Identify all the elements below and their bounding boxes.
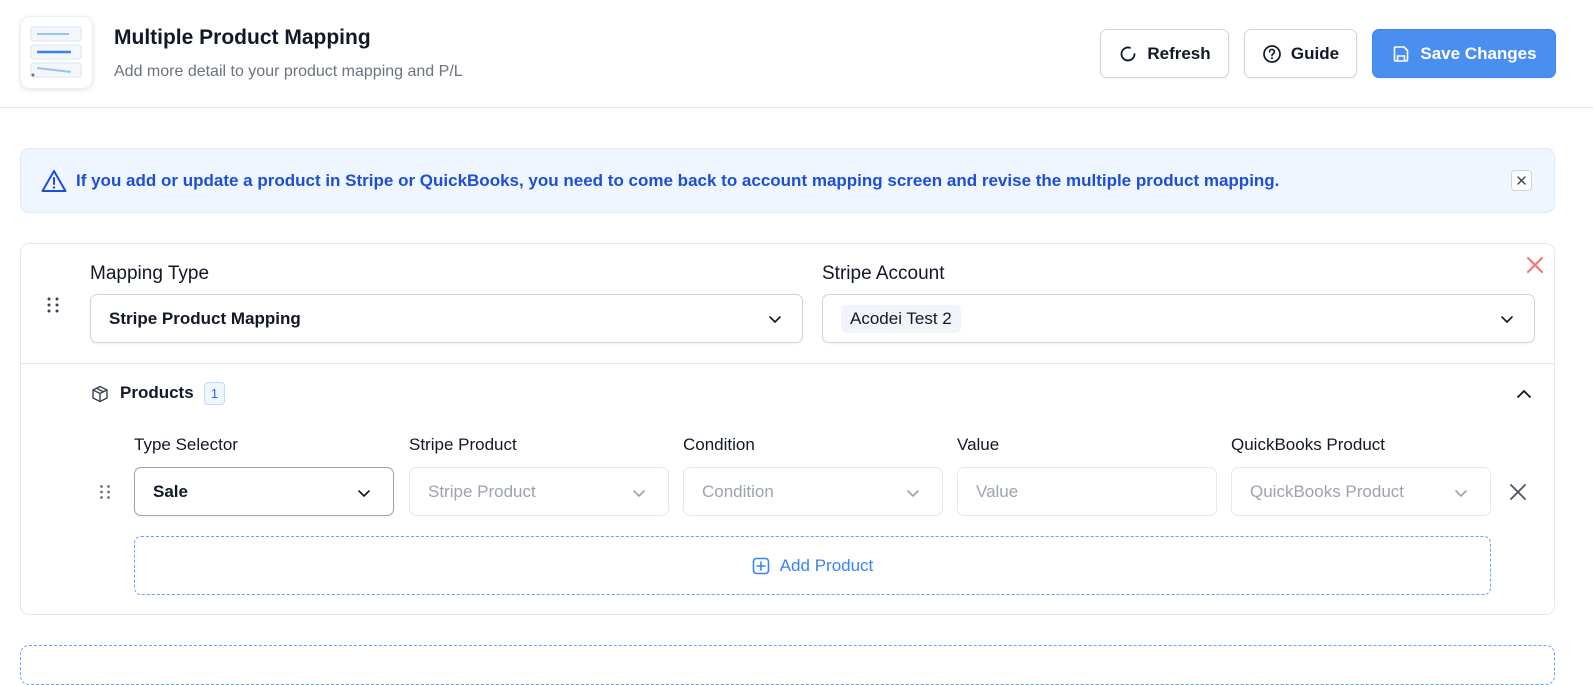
save-changes-label: Save Changes bbox=[1420, 43, 1537, 63]
drag-handle-icon[interactable] bbox=[46, 296, 60, 314]
condition-select[interactable]: Condition bbox=[683, 467, 943, 516]
type-selector-value: Sale bbox=[153, 481, 188, 501]
refresh-label: Refresh bbox=[1147, 43, 1211, 63]
condition-placeholder: Condition bbox=[702, 481, 774, 501]
page-header: Multiple Product Mapping Add more detail… bbox=[0, 0, 1593, 108]
value-field-wrapper bbox=[957, 467, 1217, 516]
page-subtitle: Add more detail to your product mapping … bbox=[114, 63, 463, 80]
mapping-type-label: Mapping Type bbox=[90, 263, 210, 284]
type-selector-header: Type Selector bbox=[134, 435, 238, 454]
card-divider bbox=[21, 363, 1554, 364]
help-circle-icon bbox=[1263, 44, 1281, 63]
mapping-type-value: Stripe Product Mapping bbox=[109, 308, 301, 328]
stripe-product-placeholder: Stripe Product bbox=[428, 481, 536, 501]
save-changes-button[interactable]: Save Changes bbox=[1372, 29, 1556, 78]
guide-label: Guide bbox=[1290, 43, 1340, 63]
add-mapping-area[interactable] bbox=[20, 645, 1555, 685]
drag-handle-icon[interactable] bbox=[99, 484, 111, 500]
stripe-product-select[interactable]: Stripe Product bbox=[409, 467, 669, 516]
page-title: Multiple Product Mapping bbox=[114, 26, 371, 49]
alert-message: If you add or update a product in Stripe… bbox=[76, 171, 1280, 190]
stripe-account-label: Stripe Account bbox=[822, 263, 945, 284]
refresh-button[interactable]: Refresh bbox=[1100, 29, 1229, 78]
type-selector-select[interactable]: Sale bbox=[134, 467, 394, 516]
app-logo-icon bbox=[20, 16, 93, 89]
plus-square-icon bbox=[752, 557, 770, 574]
chevron-down-icon bbox=[1501, 316, 1513, 323]
mapping-card: Mapping Type Stripe Product Mapping Stri… bbox=[20, 243, 1555, 615]
chevron-down-icon bbox=[907, 490, 919, 497]
warning-triangle-icon bbox=[41, 170, 67, 192]
chevron-down-icon bbox=[769, 316, 781, 323]
package-icon bbox=[92, 385, 108, 403]
info-alert: If you add or update a product in Stripe… bbox=[20, 148, 1555, 213]
remove-row-icon[interactable] bbox=[1508, 482, 1528, 502]
chevron-down-icon bbox=[1455, 490, 1467, 497]
condition-header: Condition bbox=[683, 435, 755, 454]
value-input[interactable] bbox=[976, 481, 1196, 502]
products-section-label: Products bbox=[120, 383, 194, 402]
stripe-product-header: Stripe Product bbox=[409, 435, 517, 454]
add-product-label: Add Product bbox=[779, 555, 874, 575]
products-count-badge: 1 bbox=[204, 382, 225, 405]
stripe-account-select[interactable]: Acodei Test 2 bbox=[822, 294, 1535, 343]
quickbooks-product-select[interactable]: QuickBooks Product bbox=[1231, 467, 1491, 516]
add-product-button[interactable]: Add Product bbox=[134, 536, 1491, 595]
remove-mapping-icon[interactable] bbox=[1526, 256, 1544, 274]
quickbooks-product-placeholder: QuickBooks Product bbox=[1250, 481, 1405, 501]
mapping-type-select[interactable]: Stripe Product Mapping bbox=[90, 294, 803, 343]
chevron-down-icon bbox=[633, 490, 645, 497]
chevron-up-icon[interactable] bbox=[1516, 386, 1532, 402]
guide-button[interactable]: Guide bbox=[1244, 29, 1357, 78]
value-header: Value bbox=[957, 435, 1000, 454]
save-icon bbox=[1394, 45, 1409, 62]
chevron-down-icon bbox=[358, 490, 370, 497]
quickbooks-product-header: QuickBooks Product bbox=[1231, 435, 1386, 454]
stripe-account-chip: Acodei Test 2 bbox=[841, 304, 961, 333]
alert-close-button[interactable] bbox=[1511, 170, 1532, 191]
refresh-icon bbox=[1120, 46, 1136, 61]
close-icon bbox=[1517, 176, 1526, 185]
